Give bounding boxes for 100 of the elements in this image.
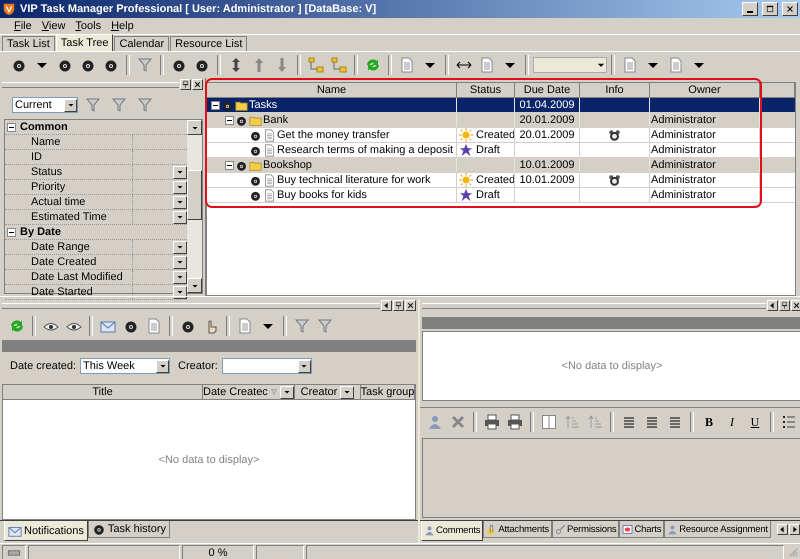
tab[interactable]: Notifications: [4, 521, 88, 541]
collapse-icon[interactable]: [7, 122, 16, 132]
document-icon: [263, 128, 276, 142]
creator-combo[interactable]: [222, 358, 312, 374]
left-arrow-button[interactable]: [767, 300, 778, 311]
tab[interactable]: Comments: [421, 521, 484, 541]
pin-icon: [181, 80, 190, 89]
pin-icon: [780, 301, 789, 310]
menu-item[interactable]: Tools: [71, 20, 106, 32]
date-created-combo[interactable]: This Week: [80, 358, 170, 374]
collapse-icon[interactable]: [7, 228, 16, 236]
format-button[interactable]: I: [721, 411, 743, 433]
dropdown-button[interactable]: [173, 256, 187, 268]
format-button[interactable]: U: [744, 411, 766, 433]
tab[interactable]: Resource List: [170, 36, 248, 51]
status-text: Draft: [476, 189, 500, 201]
column-header[interactable]: Task group: [361, 385, 415, 400]
tab[interactable]: Calendar: [114, 36, 170, 51]
dropdown-button[interactable]: [173, 210, 187, 224]
tree-row[interactable]: Buy books for kids Draft Administrator: [207, 188, 795, 203]
menu-item[interactable]: Help: [107, 20, 138, 32]
tab[interactable]: Attachments: [483, 521, 552, 538]
collapse-icon[interactable]: [225, 160, 234, 170]
menu-item[interactable]: View: [38, 20, 70, 32]
maximize-button[interactable]: [762, 2, 778, 16]
collapse-icon[interactable]: [211, 100, 220, 110]
list-icon: [781, 414, 797, 430]
funnel-icon: [85, 97, 101, 113]
filter-label: Date Created: [31, 256, 96, 268]
pin-button[interactable]: [779, 300, 790, 311]
funnel-icon: [294, 318, 310, 334]
column-header[interactable]: Info: [580, 83, 650, 98]
filter-label: Date Started: [31, 286, 93, 298]
filter-label: Actual time: [31, 196, 86, 208]
task-name: Bookshop: [263, 159, 312, 171]
sun-icon: [459, 128, 473, 142]
dropdown-button[interactable]: [173, 196, 187, 208]
pin-button[interactable]: [180, 79, 191, 90]
column-header[interactable]: Date Createc: [203, 385, 295, 400]
document-icon: [622, 57, 638, 73]
funnel-icon: [317, 318, 333, 334]
column-header[interactable]: Title: [3, 385, 203, 400]
minimize-button[interactable]: [742, 2, 758, 16]
column-header[interactable]: Status: [457, 83, 515, 98]
tab[interactable]: Resource Assignment: [664, 521, 771, 538]
close-button[interactable]: [405, 300, 416, 311]
column-header[interactable]: Creator: [295, 385, 361, 400]
due-date: 20.01.2009: [519, 114, 575, 126]
tab[interactable]: Charts: [619, 521, 664, 538]
task-name: Buy technical literature for work: [277, 174, 430, 186]
tab[interactable]: Task List: [2, 36, 55, 51]
dropdown-button[interactable]: [173, 180, 187, 194]
star-icon: [459, 143, 473, 157]
dropdown-button[interactable]: [173, 240, 187, 254]
owner-name: Administrator: [651, 174, 716, 186]
tab[interactable]: Task Tree: [56, 34, 114, 51]
tree-row[interactable]: Bookshop 10.01.2009 Administrator: [207, 158, 795, 173]
right-arrow-button[interactable]: [789, 524, 800, 535]
view-select[interactable]: Current: [12, 97, 78, 113]
dropdown-button[interactable]: [173, 270, 187, 284]
pin-button[interactable]: [393, 300, 404, 311]
owner-name: Administrator: [651, 189, 716, 201]
format-button[interactable]: B: [698, 411, 720, 433]
left-arrow-button[interactable]: [381, 300, 392, 311]
close-button[interactable]: [782, 2, 798, 16]
filter-dropdown-button[interactable]: [340, 386, 354, 398]
filter-label: Date Last Modified: [31, 271, 123, 283]
folder-tree-icon: [331, 57, 347, 73]
close-button[interactable]: [192, 79, 203, 90]
filter-label: Status: [31, 166, 62, 178]
left-arrow-button[interactable]: [777, 524, 788, 535]
collapse-icon[interactable]: [225, 116, 234, 124]
funnel-icon: [111, 97, 127, 113]
dropdown-button[interactable]: [173, 286, 187, 298]
close-icon: [193, 80, 202, 89]
tree-row[interactable]: Tasks 01.04.2009: [207, 98, 795, 113]
group-label: Common: [20, 121, 68, 133]
person-icon: [427, 414, 443, 430]
tab[interactable]: Permissions: [552, 521, 620, 538]
caret-icon: [158, 362, 167, 370]
tree-row[interactable]: Bank 20.01.2009 Administrator: [207, 113, 795, 128]
column-header[interactable]: Owner: [650, 83, 760, 98]
filter-label: Name: [31, 136, 60, 148]
sun-icon: [459, 173, 473, 187]
dropdown-button[interactable]: [173, 166, 187, 178]
menu-item[interactable]: File: [10, 20, 36, 32]
owner-name: Administrator: [651, 144, 716, 156]
document-icon: [263, 144, 276, 156]
scrollbar[interactable]: [187, 120, 202, 293]
task-name: Bank: [263, 114, 288, 126]
group-label: By Date: [20, 226, 61, 238]
document-icon: [263, 174, 276, 186]
column-header[interactable]: Due Date: [515, 83, 580, 98]
caret-icon: [343, 388, 352, 396]
column-header[interactable]: Name: [207, 83, 457, 98]
close-button[interactable]: [791, 300, 800, 311]
filter-dropdown-button[interactable]: [280, 386, 294, 398]
filter-label: ID: [31, 151, 42, 163]
tab[interactable]: Task history: [88, 521, 170, 538]
folder-tree-icon: [308, 57, 324, 73]
